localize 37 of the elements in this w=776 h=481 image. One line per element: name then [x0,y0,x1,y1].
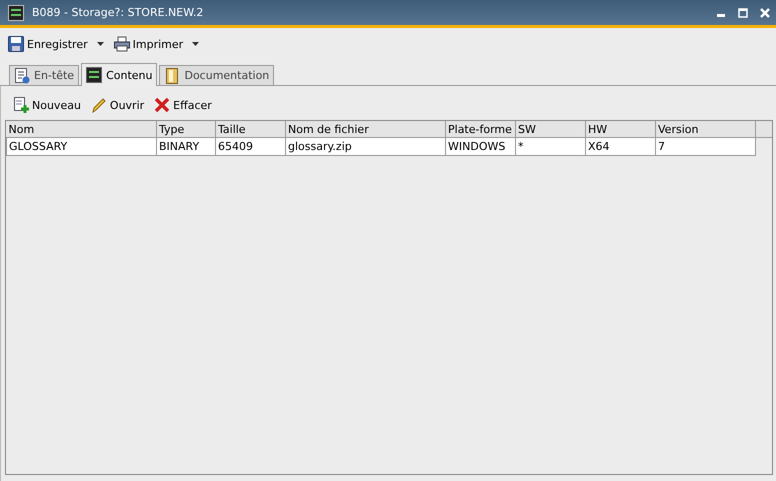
window-title: B089 - Storage?: STORE.NEW.2 [32,6,204,19]
toolbar-button[interactable]: Imprimer [112,34,202,54]
action-button[interactable]: Ouvrir [88,95,146,115]
column-header[interactable]: Plate-forme [446,121,516,138]
binary-icon [8,4,24,20]
tab[interactable]: Documentation [159,65,274,85]
column-header[interactable]: Version [656,121,756,138]
table-cell: 65409 [216,138,286,156]
maximize-icon[interactable] [738,8,748,18]
toolbar-button[interactable]: Enregistrer [6,34,106,54]
table-cell: BINARY [156,138,216,156]
new-document-icon [13,97,29,113]
table-cell: * [516,138,586,156]
caret-icon [96,42,104,46]
action-button[interactable]: Effacer [152,95,214,115]
pencil-icon [90,97,107,113]
table-cell: glossary.zip [286,138,446,156]
tab[interactable]: Contenu [81,63,158,86]
delete-icon [154,97,170,113]
table-cell: 7 [656,138,756,156]
column-header[interactable]: Nom de fichier [286,121,446,138]
printer-icon [114,36,130,52]
binary-icon [86,67,102,83]
column-header[interactable]: Nom [6,121,156,138]
close-icon[interactable] [760,8,770,18]
book-icon [164,68,180,84]
caret-icon [192,42,200,46]
table-cell: GLOSSARY [6,138,156,156]
table-cell: WINDOWS [446,138,516,156]
document-info-icon [14,68,30,84]
column-header[interactable]: HW [586,121,656,138]
action-button[interactable]: Nouveau [11,95,83,115]
column-header[interactable]: Taille [216,121,286,138]
tab[interactable]: En-tête [9,65,80,85]
column-header[interactable]: Type [156,121,216,138]
column-header[interactable]: SW [516,121,586,138]
table-cell: X64 [586,138,656,156]
